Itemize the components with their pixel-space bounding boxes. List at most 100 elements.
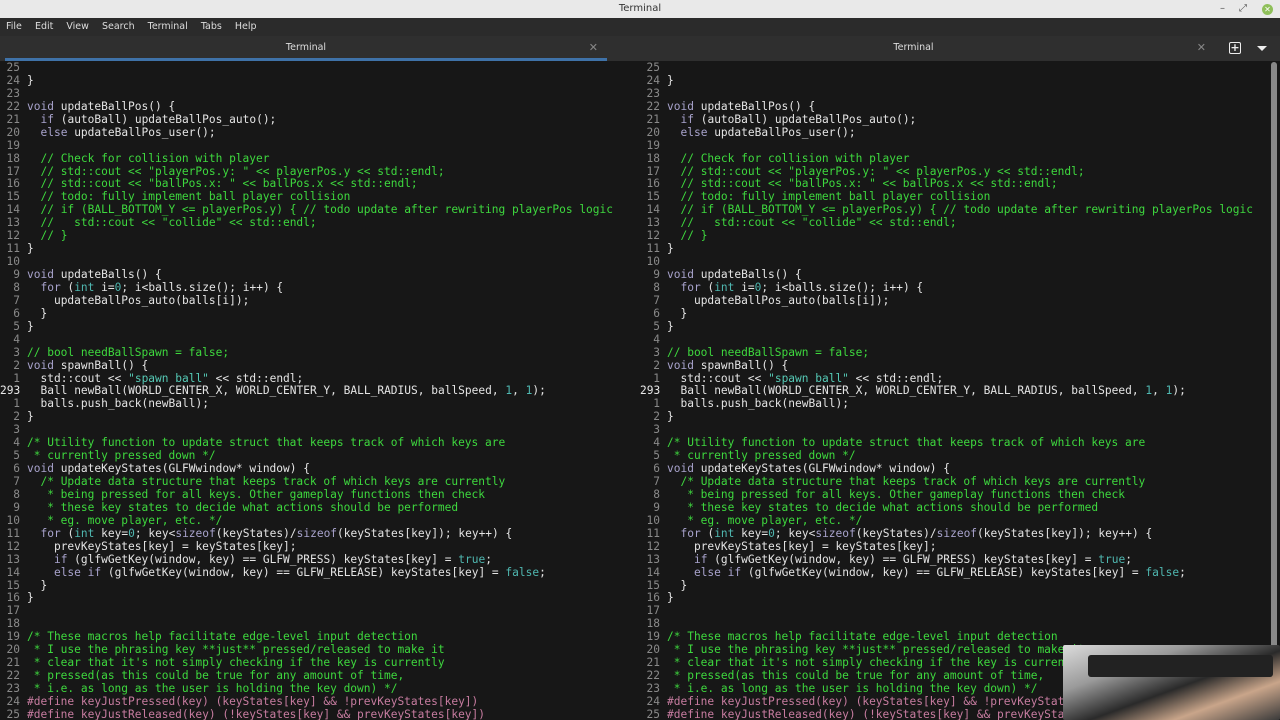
window-close-icon[interactable]: ✕	[1262, 4, 1273, 15]
line-code: }	[27, 578, 48, 592]
line-number: 23	[646, 86, 660, 100]
tab-close-icon[interactable]: ✕	[1197, 36, 1206, 60]
line-number: 13	[646, 552, 660, 566]
line-number: 12	[646, 539, 660, 553]
line-code: Ball newBall(WORLD_CENTER_X, WORLD_CENTE…	[40, 384, 546, 398]
line-code: balls.push_back(newBall);	[40, 397, 209, 411]
line-code: * I use the phrasing key **just** presse…	[27, 643, 445, 657]
keyboard-image	[1088, 655, 1273, 677]
line-number: 19	[6, 138, 20, 152]
line-code: // std::cout << "playerPos.y: " << playe…	[680, 164, 1085, 178]
code-line: 6 }	[640, 306, 1270, 321]
code-line: 13 // std::cout << "collide" << std::end…	[640, 216, 1270, 230]
line-code: #define keyJustPressed(key) (keyStates[k…	[667, 694, 1119, 708]
line-number: 25	[646, 62, 660, 74]
line-code: // std::cout << "collide" << std::endl;	[680, 216, 957, 230]
line-code: }	[27, 410, 34, 424]
terminal-pane-left[interactable]: 25 24} 23 22 void updateBallPos() {21 if (au…	[0, 62, 637, 720]
tab-close-icon[interactable]: ✕	[589, 36, 598, 60]
menu-terminal[interactable]: Terminal	[148, 21, 188, 32]
line-number: 8	[13, 487, 20, 501]
line-number: 23	[6, 86, 20, 100]
line-code: #define keyJustReleased(key) (!keyStates…	[27, 707, 486, 720]
line-code: updateBallPos_auto(balls[i]);	[693, 293, 890, 307]
line-code: // bool needBallSpawn = false;	[667, 345, 870, 359]
line-number: 7	[653, 293, 660, 307]
line-code: /* Update data structure that keeps trac…	[40, 475, 506, 488]
line-code: for (int i=0; i<balls.size(); i++) {	[40, 280, 284, 294]
tab-menu-dropdown-icon[interactable]	[1257, 46, 1267, 51]
line-code: else updateBallPos_user();	[40, 125, 216, 139]
line-code: }	[667, 319, 674, 333]
line-code: * i.e. as long as the user is holding th…	[27, 682, 398, 695]
maximize-icon[interactable]: ⤢	[1239, 0, 1247, 18]
line-code: * clear that it's not simply checking if…	[667, 656, 1085, 670]
line-number: 7	[13, 475, 20, 488]
line-number: 6	[13, 306, 20, 320]
code-line: 17	[0, 604, 637, 618]
line-code: }	[667, 242, 674, 256]
menu-view[interactable]: View	[66, 21, 89, 32]
line-number: 21	[6, 112, 20, 126]
code-line: 7 updateBallPos_auto(balls[i]);	[640, 293, 1270, 308]
menu-tabs[interactable]: Tabs	[201, 21, 222, 32]
line-number: 18	[6, 151, 20, 165]
code-line: 2}	[640, 410, 1270, 424]
code-line: 11}	[0, 242, 637, 256]
line-number: 24	[646, 73, 660, 87]
line-code: }	[667, 578, 688, 592]
line-code: void updateBallPos() {	[667, 99, 816, 113]
menu-file[interactable]: File	[6, 21, 22, 32]
line-code: * eg. move player, etc. */	[27, 513, 223, 527]
code-line: 15 }	[640, 578, 1270, 593]
line-code: * being pressed for all keys. Other game…	[667, 487, 1126, 501]
line-number: 12	[6, 539, 20, 553]
menu-bar: File Edit View Search Terminal Tabs Help	[0, 18, 1280, 36]
line-code: /* These macros help facilitate edge-lev…	[27, 630, 418, 644]
line-number: 9	[653, 500, 660, 514]
line-code: // todo: fully implement ball player col…	[680, 190, 991, 204]
code-line: 7 updateBallPos_auto(balls[i]);	[0, 294, 637, 308]
menu-help[interactable]: Help	[235, 21, 257, 32]
code-line: 25	[0, 62, 637, 75]
minimize-icon[interactable]: –	[1220, 0, 1225, 18]
line-code: if (autoBall) updateBallPos_auto();	[680, 112, 917, 126]
line-code: * these key states to decide what action…	[27, 500, 459, 514]
webcam-overlay	[1063, 645, 1280, 720]
line-number: 25	[6, 62, 20, 74]
line-code: * currently pressed down */	[667, 449, 856, 463]
line-code: // std::cout << "ballPos.x: " << ballPos…	[40, 177, 418, 191]
line-number: 8	[13, 280, 20, 294]
terminal-pane-right[interactable]: 25 24} 23 22 void updateBallPos() {21 if (au…	[640, 62, 1270, 720]
line-code: // Check for collision with player	[40, 151, 270, 165]
menu-search[interactable]: Search	[102, 21, 135, 32]
line-number: 6	[653, 306, 660, 320]
code-line: 20 else updateBallPos_user();	[640, 126, 1270, 140]
line-number: 25	[646, 707, 660, 720]
line-number: 9	[13, 500, 20, 514]
line-number: 3	[13, 345, 20, 359]
line-code: #define keyJustPressed(key) (keyStates[k…	[27, 694, 479, 708]
line-code: for (int key=0; key<sizeof(keyStates)/si…	[40, 526, 513, 540]
line-code: }	[27, 242, 34, 256]
tab-terminal-2[interactable]: Terminal ✕	[612, 36, 1215, 61]
line-code: balls.push_back(newBall);	[680, 397, 849, 411]
menu-edit[interactable]: Edit	[35, 21, 53, 32]
scrollbar[interactable]	[1271, 62, 1277, 652]
line-code: void spawnBall() {	[27, 358, 149, 372]
new-tab-icon[interactable]: +	[1229, 42, 1241, 54]
tab-label: Terminal	[893, 42, 934, 53]
line-code: std::cout << "spawn ball" << std::endl;	[40, 371, 304, 385]
line-code: void updateBalls() {	[667, 268, 802, 281]
line-number: 24	[646, 694, 660, 708]
tab-terminal-1[interactable]: Terminal ✕	[5, 36, 607, 61]
tab-label: Terminal	[285, 42, 327, 53]
line-number: 8	[653, 487, 660, 501]
line-number: 2	[653, 358, 660, 372]
code-line: 14 else if (glfwGetKey(window, key) == G…	[640, 566, 1270, 580]
line-code: // std::cout << "ballPos.x: " << ballPos…	[680, 177, 1058, 191]
line-code: for (int key=0; key<sizeof(keyStates)/si…	[680, 526, 1153, 540]
tab-bar: Terminal ✕ Terminal ✕ +	[0, 36, 1280, 61]
line-code: /* Utility function to update struct tha…	[667, 436, 1146, 450]
line-code: void updateKeyStates(GLFWwindow* window)…	[27, 462, 310, 476]
